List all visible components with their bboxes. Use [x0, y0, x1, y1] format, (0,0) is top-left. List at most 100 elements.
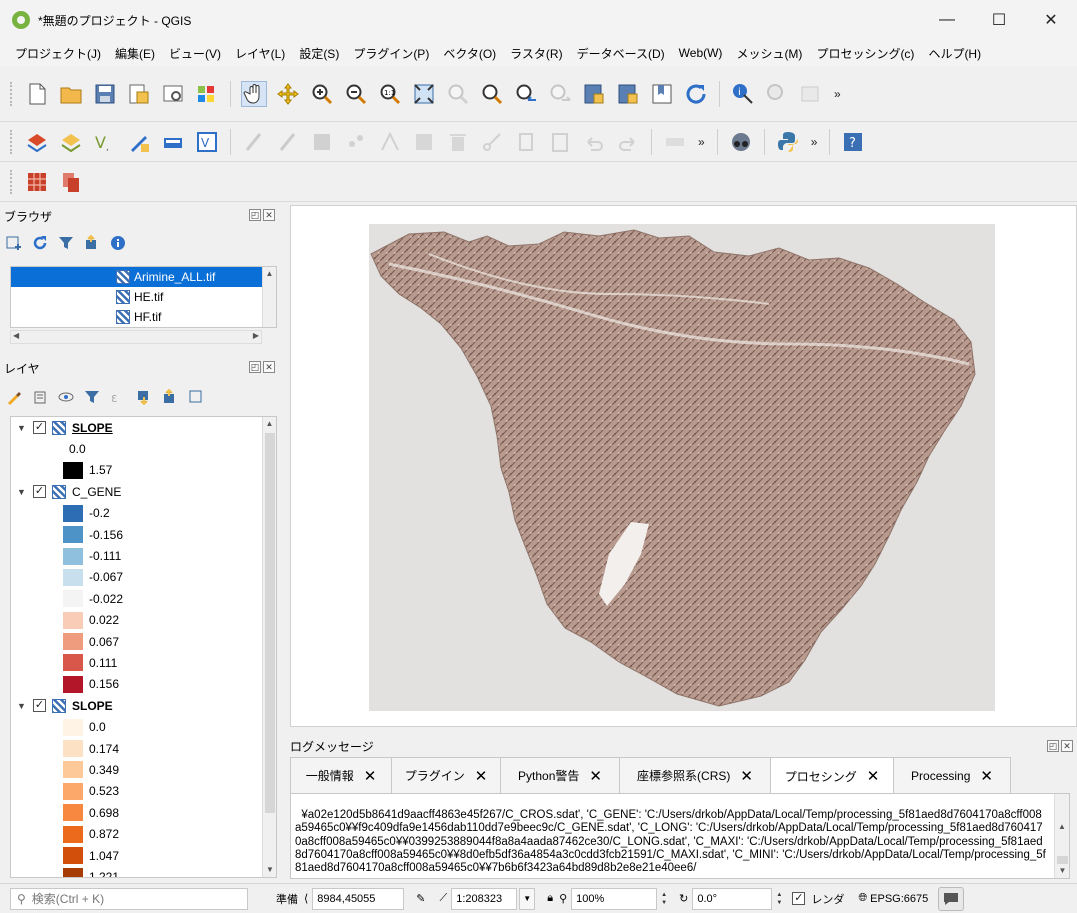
layer-visibility-checkbox[interactable]: ✓ [33, 485, 46, 499]
data-source-manager-icon[interactable] [25, 130, 49, 154]
close-button[interactable]: ✕ [1025, 0, 1077, 40]
menu-web[interactable]: Web(W) [672, 46, 730, 60]
menu-raster[interactable]: ラスタ(R) [503, 45, 569, 62]
pan-to-selection-icon[interactable] [276, 82, 300, 106]
toggle-extent-icon[interactable]: ✎ [416, 892, 425, 905]
scale-field[interactable]: 1:208323 [451, 887, 518, 910]
select-features-icon[interactable] [765, 82, 789, 106]
chevron-down-icon[interactable]: ▼ [17, 701, 27, 711]
zoom-in-icon[interactable] [310, 82, 334, 106]
current-edits-icon[interactable] [242, 130, 266, 154]
layout-manager-icon[interactable] [161, 82, 185, 106]
menu-processing[interactable]: プロセッシング(c) [809, 45, 921, 62]
zoom-native-icon[interactable]: 1:1 [378, 82, 402, 106]
spatial-bookmark-icon[interactable] [650, 82, 674, 106]
layer-visibility-checkbox[interactable]: ✓ [33, 421, 46, 435]
close-panel-icon[interactable]: ✕ [1061, 740, 1073, 752]
toolbar-grip[interactable] [10, 82, 14, 106]
style-manager-icon[interactable] [195, 82, 219, 106]
redo-icon[interactable] [616, 130, 640, 154]
menu-database[interactable]: データベース(D) [570, 45, 672, 62]
plugin-spy-icon[interactable] [729, 130, 753, 154]
add-layers-icon[interactable] [6, 235, 22, 251]
add-feature-icon[interactable] [344, 130, 368, 154]
new-bookmark-icon[interactable] [582, 82, 606, 106]
zoom-to-selection-icon[interactable] [446, 82, 470, 106]
toolbar-overflow[interactable]: » [811, 135, 818, 149]
tab-general[interactable]: 一般情報 ✕ [290, 757, 392, 793]
refresh-icon[interactable] [684, 82, 708, 106]
modify-attributes-icon[interactable] [412, 130, 436, 154]
scroll-left-icon[interactable]: ◀ [13, 331, 19, 340]
menu-help[interactable]: ヘルプ(H) [921, 45, 988, 62]
label-toolbar-icon[interactable] [663, 130, 687, 154]
globe-icon[interactable]: 🌐︎ [858, 892, 867, 905]
browser-scrollbar[interactable]: ▲ [262, 267, 276, 327]
tab-crs[interactable]: 座標参照系(CRS) ✕ [619, 757, 771, 793]
add-group-icon[interactable] [32, 389, 48, 405]
minimize-button[interactable]: — [921, 0, 973, 40]
rotation-spinner-icon[interactable]: ▲ ▼ [772, 888, 786, 910]
chevron-down-icon[interactable]: ▼ [17, 423, 27, 433]
maximize-button[interactable]: ☐ [973, 0, 1025, 40]
close-tab-icon[interactable]: ✕ [867, 767, 880, 785]
lock-scale-icon[interactable]: 🔒︎ [547, 892, 553, 905]
layer-name[interactable]: C_GENE [72, 485, 121, 499]
new-print-layout-icon[interactable] [127, 82, 151, 106]
expand-all-icon[interactable] [136, 389, 152, 405]
close-tab-icon[interactable]: ✕ [740, 767, 753, 785]
browser-item[interactable]: HE.tif [11, 287, 276, 307]
menu-edit[interactable]: 編集(E) [108, 45, 162, 62]
browser-tree[interactable]: Arimine_ALL.tif HE.tif HF.tif ▲ [10, 266, 277, 328]
new-project-icon[interactable] [25, 82, 49, 106]
toolbar-overflow[interactable]: » [834, 87, 841, 101]
tab-python-warnings[interactable]: Python警告 ✕ [500, 757, 620, 793]
filter-legend-icon[interactable] [84, 389, 100, 405]
style-layer-icon[interactable] [6, 389, 22, 405]
add-vector-layer-icon[interactable] [59, 130, 83, 154]
layer-row-c-gene[interactable]: ▼ ✓ C_GENE [11, 481, 276, 502]
layers-scrollbar[interactable]: ▲ ▼ [262, 417, 276, 877]
scroll-up-icon[interactable]: ▲ [263, 267, 276, 281]
menu-vector[interactable]: ベクタ(O) [436, 45, 503, 62]
browser-item[interactable]: HF.tif [11, 307, 276, 327]
menu-plugins[interactable]: プラグイン(P) [346, 45, 436, 62]
close-tab-icon[interactable]: ✕ [980, 767, 993, 785]
open-project-icon[interactable] [59, 82, 83, 106]
save-edits-icon[interactable] [310, 130, 334, 154]
vertex-tool-icon[interactable] [378, 130, 402, 154]
info-icon[interactable] [110, 235, 126, 251]
zoom-out-icon[interactable] [344, 82, 368, 106]
toolbar-grip[interactable] [10, 129, 14, 154]
raster-align-icon[interactable] [59, 170, 83, 194]
refresh-icon[interactable] [32, 235, 48, 251]
scroll-up-icon[interactable]: ▲ [1055, 820, 1069, 834]
filter-icon[interactable] [58, 235, 74, 251]
map-canvas[interactable] [290, 205, 1077, 727]
magnifier-field[interactable]: 100% [571, 887, 658, 910]
float-panel-icon[interactable]: ◰ [1047, 740, 1059, 752]
close-panel-icon[interactable]: ✕ [263, 209, 275, 221]
locator-search-input[interactable]: ⚲ 検索(Ctrl + K) [10, 887, 248, 910]
menu-project[interactable]: プロジェクト(J) [8, 45, 108, 62]
float-panel-icon[interactable]: ◰ [249, 209, 261, 221]
browser-hscrollbar[interactable]: ◀ ▶ [10, 330, 262, 344]
paste-features-icon[interactable] [548, 130, 572, 154]
menu-layer[interactable]: レイヤ(L) [228, 45, 292, 62]
georeferencer-icon[interactable] [25, 170, 49, 194]
rotation-field[interactable]: 0.0° [692, 887, 773, 910]
toolbar-overflow[interactable]: » [698, 135, 705, 149]
scale-dropdown-icon[interactable]: ▼ [519, 887, 536, 910]
delete-selected-icon[interactable] [446, 130, 470, 154]
close-panel-icon[interactable]: ✕ [263, 361, 275, 373]
deselect-icon[interactable] [799, 82, 823, 106]
close-tab-icon[interactable]: ✕ [475, 767, 488, 785]
crs-button[interactable]: EPSG:6675 [870, 893, 928, 905]
layers-tree[interactable]: ▼ ✓ SLOPE 0.0 1.57 ▼ ✓ C_GENE -0.2 -0.15… [10, 416, 277, 878]
toolbar-grip[interactable] [10, 169, 14, 194]
close-tab-icon[interactable]: ✕ [589, 767, 602, 785]
collapse-all-icon[interactable] [84, 235, 100, 251]
show-bookmarks-icon[interactable] [616, 82, 640, 106]
help-contents-icon[interactable]: ? [841, 130, 865, 154]
copy-features-icon[interactable] [514, 130, 538, 154]
